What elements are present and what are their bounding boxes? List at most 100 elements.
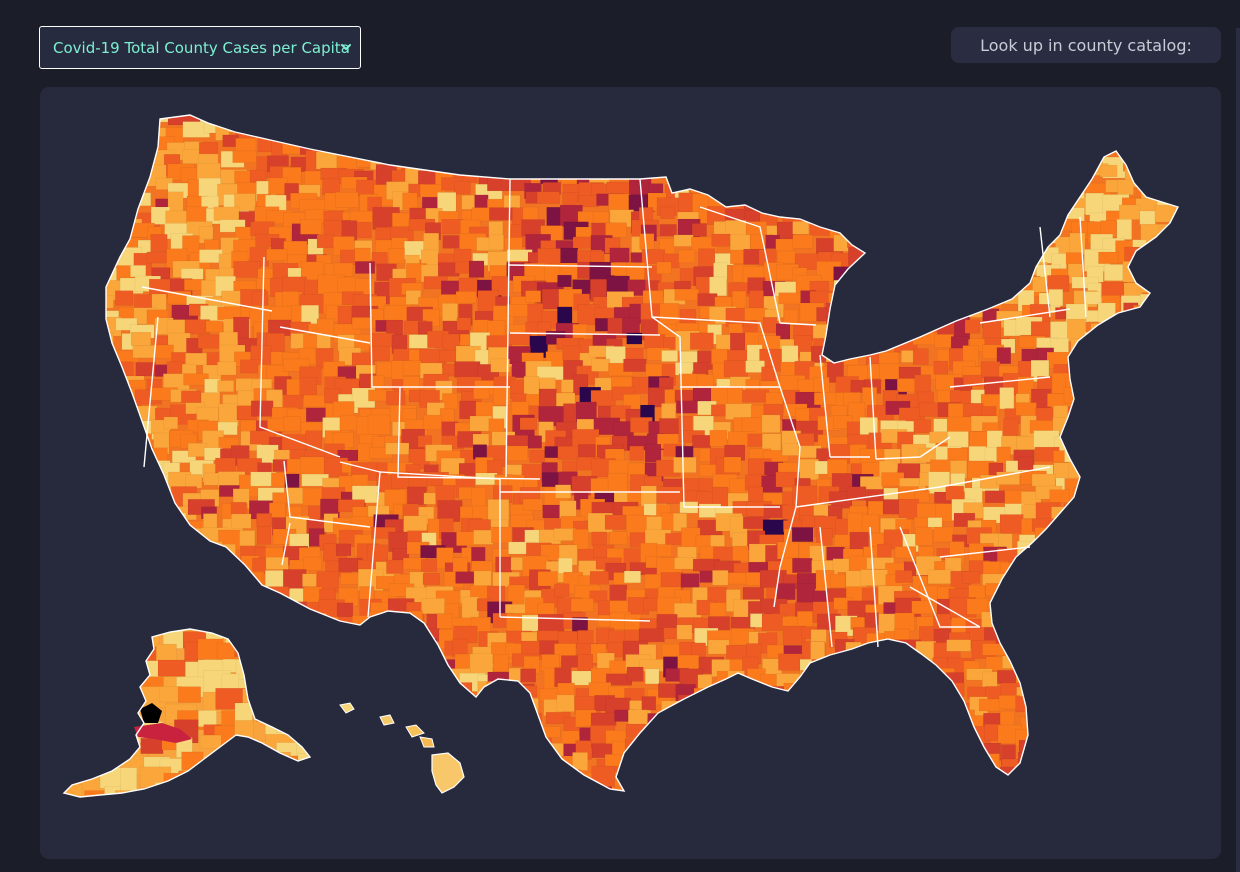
- county-cell[interactable]: [748, 726, 768, 738]
- county-cell[interactable]: [682, 114, 709, 128]
- county-cell[interactable]: [663, 738, 684, 755]
- county-cell[interactable]: [867, 752, 895, 773]
- county-cell[interactable]: [1032, 178, 1059, 202]
- county-cell[interactable]: [697, 293, 718, 307]
- county-cell[interactable]: [1138, 388, 1165, 407]
- county-cell[interactable]: [985, 490, 1005, 504]
- county-cell[interactable]: [860, 211, 888, 227]
- county-cell[interactable]: [283, 616, 303, 634]
- county-cell[interactable]: [283, 675, 316, 697]
- county-cell[interactable]: [119, 630, 135, 646]
- county-cell[interactable]: [1069, 642, 1096, 655]
- county-cell[interactable]: [100, 640, 118, 664]
- county-cell[interactable]: [1088, 126, 1117, 146]
- county-cell[interactable]: [900, 193, 917, 205]
- county-cell[interactable]: [335, 714, 362, 729]
- county-cell[interactable]: [903, 122, 923, 143]
- county-cell[interactable]: [903, 182, 930, 200]
- county-cell[interactable]: [118, 575, 145, 588]
- county-cell[interactable]: [1073, 108, 1094, 120]
- county-cell[interactable]: [1073, 138, 1096, 152]
- county-cell[interactable]: [809, 687, 833, 711]
- county-cell[interactable]: [877, 206, 902, 229]
- county-cell[interactable]: [758, 124, 778, 140]
- county-cell[interactable]: [563, 114, 585, 136]
- county-cell[interactable]: [1032, 276, 1048, 293]
- county-cell[interactable]: [408, 667, 430, 690]
- county-cell[interactable]: [677, 757, 697, 780]
- county-cell[interactable]: [1141, 514, 1160, 528]
- county-cell[interactable]: [536, 191, 560, 204]
- county-cell[interactable]: [1137, 471, 1152, 491]
- county-cell[interactable]: [154, 473, 170, 496]
- county-cell[interactable]: [335, 191, 359, 208]
- county-cell[interactable]: [128, 542, 149, 558]
- county-cell[interactable]: [1154, 464, 1176, 487]
- county-cell[interactable]: [1084, 332, 1106, 349]
- county-cell[interactable]: [319, 753, 337, 772]
- county-cell[interactable]: [725, 403, 753, 420]
- county-cell[interactable]: [1016, 248, 1038, 264]
- county-cell[interactable]: [743, 152, 764, 173]
- hawaii-big-island[interactable]: [431, 752, 465, 794]
- county-cell[interactable]: [118, 584, 141, 605]
- county-cell[interactable]: [203, 756, 227, 776]
- county-cell[interactable]: [277, 657, 309, 675]
- county-cell[interactable]: [996, 347, 1012, 364]
- county-cell[interactable]: [523, 123, 549, 145]
- county-cell[interactable]: [300, 726, 318, 743]
- county-cell[interactable]: [1117, 556, 1135, 575]
- county-cell[interactable]: [1138, 433, 1156, 451]
- county-cell[interactable]: [597, 150, 621, 164]
- county-cell[interactable]: [256, 513, 273, 527]
- county-cell[interactable]: [678, 249, 696, 264]
- county-cell[interactable]: [1100, 575, 1127, 593]
- county-cell[interactable]: [1153, 294, 1177, 317]
- county-cell[interactable]: [1116, 219, 1132, 240]
- county-cell[interactable]: [1037, 695, 1055, 714]
- county-cell[interactable]: [868, 296, 892, 310]
- county-cell[interactable]: [831, 316, 850, 334]
- county-cell[interactable]: [492, 715, 515, 736]
- county-cell[interactable]: [953, 168, 974, 191]
- county-cell[interactable]: [920, 128, 947, 146]
- county-cell[interactable]: [1103, 556, 1130, 577]
- county-cell[interactable]: [611, 154, 626, 173]
- county-cell[interactable]: [796, 583, 816, 603]
- county-cell[interactable]: [1017, 178, 1039, 202]
- county-cell[interactable]: [266, 248, 288, 262]
- county-cell[interactable]: [333, 756, 349, 776]
- county-cell[interactable]: [934, 757, 952, 780]
- county-cell[interactable]: [406, 486, 427, 506]
- county-cell[interactable]: [83, 629, 107, 646]
- county-cell[interactable]: [846, 124, 870, 142]
- county-cell[interactable]: [65, 643, 89, 664]
- county-cell[interactable]: [96, 488, 124, 509]
- county-cell[interactable]: [1149, 419, 1165, 442]
- county-cell[interactable]: [1136, 366, 1159, 380]
- county-cell[interactable]: [323, 741, 347, 755]
- county-cell[interactable]: [234, 780, 260, 800]
- county-cell[interactable]: [952, 294, 976, 318]
- county-cell[interactable]: [436, 126, 461, 143]
- county-cell[interactable]: [834, 534, 853, 548]
- county-cell[interactable]: [1088, 350, 1110, 363]
- county-cell[interactable]: [895, 250, 917, 268]
- county-cell[interactable]: [393, 686, 412, 703]
- county-cell[interactable]: [760, 742, 789, 760]
- county-cell[interactable]: [880, 729, 900, 749]
- county-cell[interactable]: [1157, 533, 1179, 554]
- county-cell[interactable]: [100, 402, 116, 417]
- county-cell[interactable]: [706, 779, 729, 799]
- county-cell[interactable]: [969, 289, 992, 310]
- county-cell[interactable]: [936, 782, 955, 801]
- county-cell[interactable]: [1133, 687, 1159, 707]
- county-cell[interactable]: [876, 234, 898, 248]
- county-cell[interactable]: [886, 247, 910, 269]
- county-cell[interactable]: [1152, 112, 1169, 129]
- county-cell[interactable]: [1105, 128, 1125, 149]
- county-cell[interactable]: [725, 168, 748, 185]
- county-cell[interactable]: [630, 149, 646, 170]
- county-cell[interactable]: [849, 725, 869, 748]
- county-cell[interactable]: [112, 446, 134, 469]
